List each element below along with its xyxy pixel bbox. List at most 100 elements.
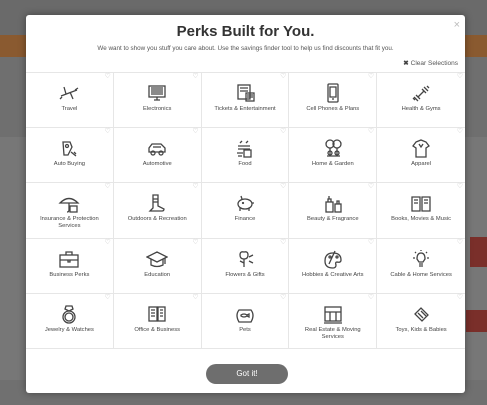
heart-icon[interactable]: ♡ [457, 183, 463, 190]
category-label: Tickets & Entertainment [214, 106, 276, 112]
category-tile[interactable]: ♡ Office & Business [113, 293, 202, 349]
heart-icon[interactable]: ♡ [280, 294, 286, 301]
background-promo [470, 237, 487, 267]
category-grid: ♡ Travel ♡ Electronics ♡ Tickets & Entertainm… [26, 72, 465, 349]
category-label: Pets [239, 326, 251, 333]
category-tile[interactable]: ♡ Tickets & Entertainment [201, 73, 290, 129]
category-tile[interactable]: ♡ Apparel [377, 128, 465, 184]
clear-x-icon: ✖ [403, 60, 409, 67]
category-label: Cell Phones & Plans [306, 106, 360, 112]
category-tile[interactable]: ♡ Cable & Home Services [377, 239, 465, 294]
heart-icon[interactable]: ♡ [105, 183, 111, 190]
modal-title: Perks Built for You. [176, 23, 315, 40]
category-label: Education [144, 271, 171, 278]
shirt-icon [410, 138, 432, 158]
heart-icon[interactable]: ♡ [192, 128, 198, 135]
got-it-button[interactable]: Got it! [206, 364, 288, 384]
heart-icon[interactable]: ♡ [105, 294, 111, 301]
perks-modal: × Perks Built for You. We want to show y… [26, 15, 465, 393]
category-label: Auto Buying [53, 161, 86, 168]
heart-icon[interactable]: ♡ [457, 128, 463, 135]
clear-selections-label: Clear Selections [410, 60, 458, 67]
heart-icon[interactable]: ♡ [368, 128, 374, 135]
heart-icon[interactable]: ♡ [457, 294, 463, 301]
category-label: Jewelry & Watches [44, 326, 94, 333]
car-keys-icon [58, 138, 80, 158]
heart-icon[interactable]: ♡ [457, 239, 463, 246]
heart-icon[interactable]: ♡ [280, 239, 286, 246]
category-label: Business Perks [49, 271, 90, 278]
ticket-icon [234, 83, 256, 103]
category-tile[interactable]: ♡ Real Estate & Moving Services [289, 293, 378, 349]
heart-icon[interactable]: ♡ [368, 239, 374, 246]
category-label: Home & Garden [311, 161, 354, 168]
category-label: Food [238, 161, 252, 168]
category-label: Electronics [143, 106, 172, 112]
dumbbell-icon [410, 83, 432, 103]
graduation-cap-icon [145, 249, 169, 269]
heart-icon[interactable]: ♡ [280, 183, 286, 190]
category-tile[interactable]: ♡ Travel [26, 73, 114, 129]
clear-selections-link[interactable]: ✖ Clear Selections [403, 59, 458, 67]
category-tile[interactable]: ♡ Automotive [113, 128, 202, 184]
category-tile[interactable]: ♡ Electronics [113, 73, 202, 129]
computer-icon [146, 83, 168, 103]
heart-icon[interactable]: ♡ [457, 73, 463, 80]
category-tile[interactable]: ♡ Business Perks [26, 238, 114, 294]
category-tile[interactable]: ♡ Hobbies & Creative Arts [289, 238, 378, 294]
heart-icon[interactable]: ♡ [192, 73, 198, 80]
perfume-icon [322, 193, 344, 214]
category-tile[interactable]: ♡ Beauty & Fragrance [289, 183, 378, 239]
category-label: Insurance & Protection Services [40, 216, 99, 230]
category-tile[interactable]: ♡ Education [113, 238, 202, 294]
heart-icon[interactable]: ♡ [105, 239, 111, 246]
category-tile[interactable]: ♡ Pets [201, 293, 290, 349]
category-tile[interactable]: ♡ Food [201, 128, 290, 184]
category-tile[interactable]: ♡ Outdoors & Recreation [113, 183, 202, 239]
briefcase-icon [58, 249, 80, 269]
car-icon [146, 138, 168, 158]
category-tile[interactable]: ♡ Health & Gyms [377, 73, 465, 129]
category-tile[interactable]: ♡ Finance [201, 183, 290, 239]
category-tile[interactable]: ♡ Cell Phones & Plans [289, 73, 378, 129]
airplane-icon [58, 83, 80, 103]
category-tile[interactable]: ♡ Books, Movies & Music [377, 183, 465, 239]
heart-icon[interactable]: ♡ [192, 183, 198, 190]
category-tile[interactable]: ♡ Home & Garden [289, 128, 378, 184]
heart-icon[interactable]: ♡ [368, 294, 374, 301]
fishbowl-icon [234, 304, 256, 324]
piggy-bank-icon [234, 193, 256, 213]
heart-icon[interactable]: ♡ [105, 73, 111, 80]
heart-icon[interactable]: ♡ [280, 73, 286, 80]
category-tile[interactable]: ♡ Auto Buying [26, 128, 114, 184]
category-tile[interactable]: ♡ Toys, Kids & Babies [377, 294, 465, 349]
umbrella-icon [58, 193, 80, 214]
category-label: Finance [234, 216, 256, 223]
category-tile[interactable]: ♡ Jewelry & Watches [26, 293, 114, 349]
category-label: Office & Business [134, 326, 181, 333]
book-icon [410, 193, 432, 213]
phone-icon [322, 83, 344, 103]
category-label: Toys, Kids & Babies [395, 326, 447, 333]
heart-icon[interactable]: ♡ [192, 294, 198, 301]
house-icon [322, 304, 344, 324]
category-label: Books, Movies & Music [391, 216, 452, 223]
heart-icon[interactable]: ♡ [192, 239, 198, 246]
ring-icon [58, 304, 80, 324]
category-label: Beauty & Fragrance [307, 216, 359, 223]
palette-icon [322, 249, 344, 269]
heart-icon[interactable]: ♡ [105, 128, 111, 135]
modal-subtitle: We want to show you stuff you care about… [97, 45, 394, 52]
category-label: Health & Gyms [401, 106, 441, 112]
garden-icon [322, 138, 344, 158]
heart-icon[interactable]: ♡ [368, 183, 374, 190]
office-icon [146, 304, 168, 324]
category-tile[interactable]: ♡ Flowers & Gifts [201, 238, 290, 294]
category-tile[interactable]: ♡ Insurance & Protection Services [26, 183, 114, 239]
lightbulb-icon [410, 249, 432, 269]
toy-icon [410, 304, 432, 324]
boot-icon [146, 193, 168, 213]
heart-icon[interactable]: ♡ [368, 73, 374, 80]
heart-icon[interactable]: ♡ [280, 128, 286, 135]
category-label: Real Estate & Moving Services [304, 326, 361, 340]
